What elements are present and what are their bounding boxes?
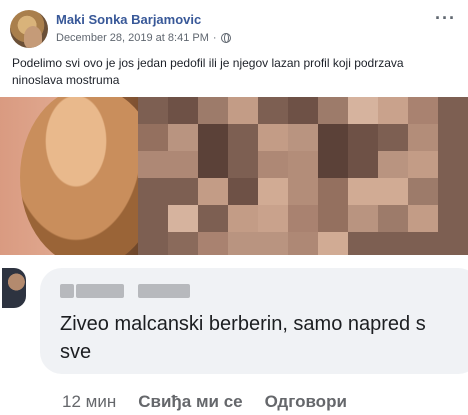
mosaic-tile [228, 178, 258, 205]
mosaic-tile [348, 232, 378, 255]
author-avatar[interactable] [10, 10, 48, 48]
mosaic-tile [198, 178, 228, 205]
mosaic-tile [438, 151, 468, 178]
mosaic-tile [318, 178, 348, 205]
mosaic-tile [348, 205, 378, 232]
mosaic-tile [408, 124, 438, 151]
mosaic-tile [198, 97, 228, 124]
mosaic-tile [258, 178, 288, 205]
comment-actions: 12 мин Свиђа ми се Одговори [62, 392, 347, 412]
photo-left-person [0, 97, 160, 255]
mosaic-tile [198, 124, 228, 151]
post-meta: December 28, 2019 at 8:41 PM · [56, 32, 231, 44]
mosaic-tile [378, 178, 408, 205]
mosaic-tile [168, 124, 198, 151]
mosaic-tile [378, 205, 408, 232]
post-card: Maki Sonka Barjamovic December 28, 2019 … [0, 0, 468, 255]
comment-text-line: sve [60, 341, 92, 363]
avatar-figure [24, 26, 42, 48]
mosaic-tile [408, 232, 438, 255]
mosaic-tile [288, 205, 318, 232]
mosaic-tile [288, 124, 318, 151]
mosaic-tile [198, 205, 228, 232]
commenter-avatar[interactable] [2, 268, 26, 308]
comment-text-line: Ziveo malcanski berberin, samo napred s [60, 313, 426, 335]
reply-button[interactable]: Одговори [265, 392, 347, 412]
mosaic-tile [258, 232, 288, 255]
meta-separator: · [212, 32, 217, 44]
mosaic-tile [228, 151, 258, 178]
mosaic-tile [318, 232, 348, 255]
mosaic-tile [378, 232, 408, 255]
mosaic-tile [378, 97, 408, 124]
mosaic-tile [378, 124, 408, 151]
mosaic-tile [378, 151, 408, 178]
mosaic-tile [438, 178, 468, 205]
blurred-commenter-name [60, 284, 200, 298]
blur-block [138, 284, 190, 298]
mosaic-tile [228, 124, 258, 151]
post-timestamp[interactable]: December 28, 2019 at 8:41 PM [56, 32, 209, 44]
mosaic-tile [168, 205, 198, 232]
mosaic-tile [168, 178, 198, 205]
mosaic-tile [228, 232, 258, 255]
mosaic-tile [438, 232, 468, 255]
more-options-icon[interactable]: ··· [435, 8, 456, 29]
mosaic-tile [348, 178, 378, 205]
mosaic-tile [288, 151, 318, 178]
mosaic-tile [168, 151, 198, 178]
like-button[interactable]: Свиђа ми се [138, 392, 242, 412]
mosaic-tile [198, 151, 228, 178]
mosaic-tile [168, 97, 198, 124]
mosaic-tile [318, 97, 348, 124]
mosaic-tile [138, 232, 168, 255]
post-photo[interactable] [0, 97, 468, 255]
comment-bubble: Ziveo malcanski berberin, samo napred s … [40, 268, 468, 374]
mosaic-tile [318, 124, 348, 151]
globe-icon[interactable] [220, 33, 231, 43]
mosaic-tile [228, 97, 258, 124]
mosaic-tile [258, 205, 288, 232]
mosaic-tile [408, 97, 438, 124]
pixelated-face [138, 97, 468, 255]
post-text: Podelimo svi ovo je jos jedan pedofil il… [12, 56, 404, 87]
mosaic-tile [228, 205, 258, 232]
mosaic-tile [138, 205, 168, 232]
mosaic-tile [408, 178, 438, 205]
blur-block [60, 284, 74, 298]
mosaic-tile [288, 178, 318, 205]
comment-time[interactable]: 12 мин [62, 392, 116, 412]
mosaic-tile [198, 232, 228, 255]
mosaic-tile [438, 97, 468, 124]
mosaic-tile [318, 151, 348, 178]
mosaic-tile [258, 124, 288, 151]
mosaic-tile [138, 97, 168, 124]
mosaic-tile [138, 124, 168, 151]
mosaic-tile [318, 205, 348, 232]
mosaic-tile [288, 232, 318, 255]
mosaic-tile [288, 97, 318, 124]
author-name[interactable]: Maki Sonka Barjamovic [56, 12, 201, 27]
blur-gap [126, 284, 136, 298]
comment: Ziveo malcanski berberin, samo napred s … [0, 260, 468, 415]
mosaic-tile [348, 151, 378, 178]
mosaic-tile [138, 151, 168, 178]
mosaic-tile [348, 97, 378, 124]
mosaic-tile [438, 205, 468, 232]
comment-text: Ziveo malcanski berberin, samo napred s … [60, 310, 468, 366]
mosaic-tile [258, 151, 288, 178]
mosaic-tile [168, 232, 198, 255]
mosaic-tile [408, 205, 438, 232]
mosaic-tile [258, 97, 288, 124]
mosaic-tile [438, 124, 468, 151]
mosaic-tile [348, 124, 378, 151]
mosaic-tile [138, 178, 168, 205]
mosaic-tile [408, 151, 438, 178]
blur-block [76, 284, 124, 298]
